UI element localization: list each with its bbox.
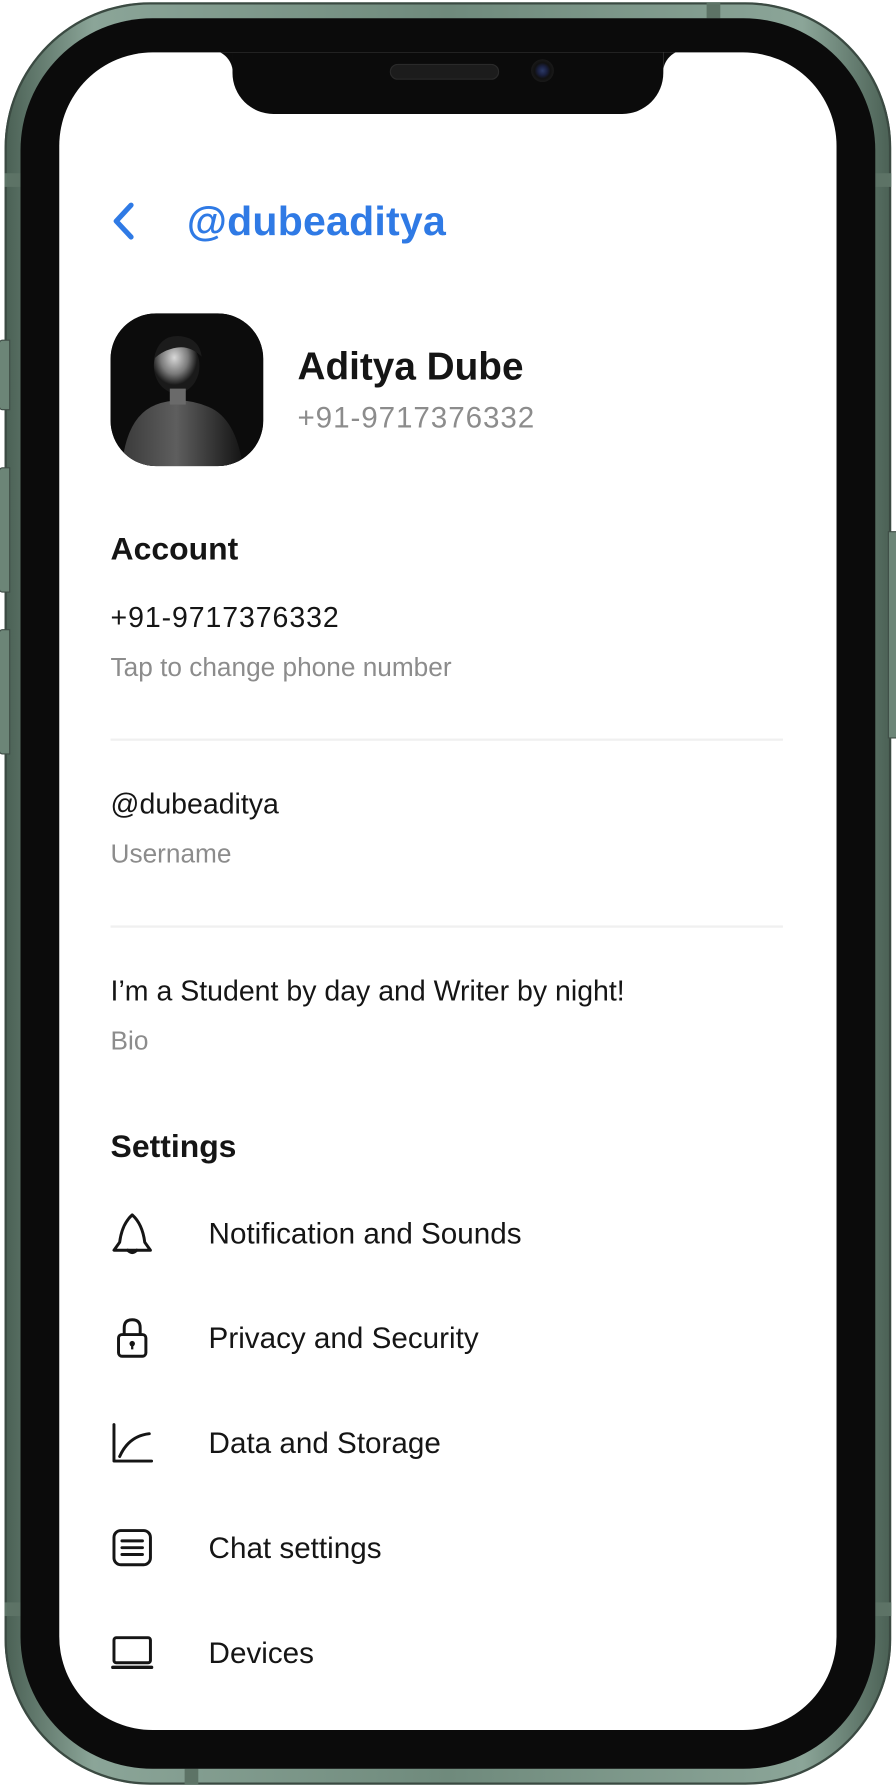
username-row[interactable]: @dubeaditya Username [111, 786, 783, 870]
silent-switch [0, 339, 11, 411]
settings-item-label: Privacy and Security [208, 1320, 479, 1355]
chevron-left-icon [113, 202, 134, 240]
settings-item-label: Devices [208, 1634, 314, 1670]
username-value: @dubeaditya [110, 788, 279, 821]
bio-row[interactable]: I’m a Student by day and Writer by night… [111, 973, 783, 1057]
profile-card: Aditya Dube +91-9717376332 [110, 313, 536, 467]
settings-item-chat-settings[interactable]: Chat settings [111, 1513, 783, 1581]
lock-icon [111, 1315, 154, 1361]
divider [110, 738, 783, 741]
divider [110, 925, 783, 928]
phone-number-value: +91-9717376332 [110, 601, 340, 634]
profile-name: Aditya Dube [297, 345, 524, 389]
settings-item-label: Notification and Sounds [208, 1215, 522, 1250]
speaker-grille [389, 63, 500, 80]
settings-item-label: Chat settings [208, 1530, 382, 1565]
volume-down-button [0, 629, 11, 755]
page-title: @dubeaditya [186, 197, 447, 244]
device-mockup: @dubeaditya Aditya Dube +91-9717376332 A… [0, 0, 896, 1787]
page-header: @dubeaditya [109, 191, 446, 250]
profile-phone: +91-9717376332 [297, 400, 536, 435]
bio-value: I’m a Student by day and Writer by night… [110, 975, 625, 1008]
settings-item-notifications[interactable]: Notification and Sounds [111, 1199, 783, 1267]
phone-screen: @dubeaditya Aditya Dube +91-9717376332 A… [59, 52, 837, 1731]
chat-list-icon [111, 1525, 154, 1571]
settings-item-label: Data and Storage [208, 1425, 441, 1460]
bell-icon [111, 1210, 154, 1256]
account-section-title: Account [110, 531, 239, 567]
settings-item-devices[interactable]: Devices [111, 1618, 783, 1686]
laptop-icon [111, 1630, 154, 1676]
notch [209, 52, 687, 114]
phone-number-hint: Tap to change phone number [110, 651, 452, 682]
settings-item-data-storage[interactable]: Data and Storage [111, 1409, 783, 1477]
settings-item-privacy[interactable]: Privacy and Security [111, 1304, 783, 1372]
power-button [887, 531, 896, 739]
chart-icon [111, 1420, 154, 1466]
username-label: Username [110, 838, 232, 869]
volume-up-button [0, 467, 11, 593]
avatar[interactable] [110, 313, 264, 467]
back-button[interactable] [109, 193, 155, 250]
bio-label: Bio [110, 1025, 149, 1056]
settings-section-title: Settings [110, 1128, 237, 1164]
front-camera [531, 59, 554, 83]
phone-number-row[interactable]: +91-9717376332 Tap to change phone numbe… [111, 599, 783, 683]
